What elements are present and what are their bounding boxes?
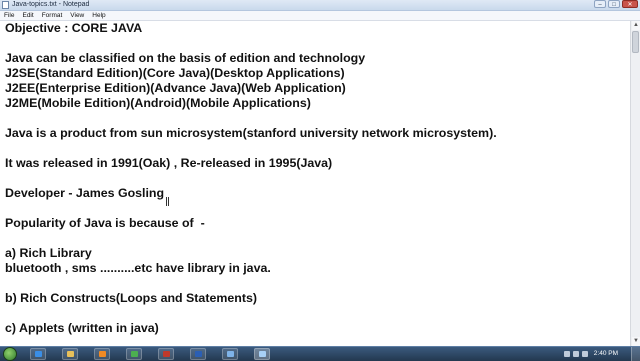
close-button[interactable]: ✕ — [622, 0, 638, 8]
text-line: It was released in 1991(Oak) , Re-releas… — [5, 156, 333, 170]
system-tray: 2:40 PM — [562, 347, 640, 361]
text-editor[interactable]: Objective : CORE JAVA Java can be classi… — [0, 21, 630, 346]
clock[interactable]: 2:40 PM — [594, 349, 618, 358]
internet-explorer-glyph-icon — [35, 351, 42, 357]
window-controls: – □ ✕ — [594, 0, 638, 10]
text-cursor — [166, 197, 169, 206]
text-line: Objective : CORE JAVA — [5, 21, 143, 35]
text-line: Developer - James Gosling — [5, 186, 165, 200]
word-icon[interactable] — [190, 348, 206, 360]
text-line: Java can be classified on the basis of e… — [5, 51, 366, 65]
action-center-icon[interactable] — [564, 351, 570, 357]
text-line: a) Rich Library — [5, 246, 92, 260]
media-player-glyph-icon — [99, 351, 106, 357]
maximize-button[interactable]: □ — [608, 0, 620, 8]
window-title: Java-topics.txt - Notepad — [12, 1, 90, 8]
scroll-up-arrow-icon[interactable]: ▲ — [632, 21, 640, 30]
menu-edit[interactable]: Edit — [18, 11, 37, 20]
vertical-scrollbar[interactable]: ▲ ▼ — [630, 21, 640, 346]
word-glyph-icon — [195, 351, 202, 357]
notepad-glyph-icon — [259, 351, 266, 357]
menu-file[interactable]: File — [0, 11, 18, 20]
menu-bar: File Edit Format View Help — [0, 11, 640, 21]
minimize-button[interactable]: – — [594, 0, 606, 8]
start-button[interactable] — [3, 347, 17, 361]
internet-explorer-icon[interactable] — [30, 348, 46, 360]
camera-glyph-icon — [163, 351, 170, 357]
text-line: J2SE(Standard Edition)(Core Java)(Deskto… — [5, 66, 345, 80]
scrollbar-thumb[interactable] — [632, 31, 639, 53]
notepad-icon[interactable] — [254, 348, 270, 360]
text-line: Popularity of Java is because of - — [5, 216, 205, 230]
text-line: bluetooth , sms ..........etc have libra… — [5, 261, 271, 275]
paint-glyph-icon — [227, 351, 234, 357]
camera-icon[interactable] — [158, 348, 174, 360]
network-icon[interactable] — [573, 351, 579, 357]
title-bar: Java-topics.txt - Notepad – □ ✕ — [0, 0, 640, 11]
paint-icon[interactable] — [222, 348, 238, 360]
text-line: J2EE(Enterprise Edition)(Advance Java)(W… — [5, 81, 346, 95]
taskbar: 2:40 PM — [0, 346, 640, 361]
notepad-app-icon — [2, 1, 9, 9]
text-line: J2ME(Mobile Edition)(Android)(Mobile App… — [5, 96, 311, 110]
folder-icon[interactable] — [62, 348, 78, 360]
menu-view[interactable]: View — [66, 11, 88, 20]
menu-help[interactable]: Help — [88, 11, 109, 20]
scroll-down-arrow-icon[interactable]: ▼ — [632, 337, 640, 346]
chrome-glyph-icon — [131, 351, 138, 357]
text-line: b) Rich Constructs(Loops and Statements) — [5, 291, 257, 305]
text-line: Java is a product from sun microsystem(s… — [5, 126, 497, 140]
chrome-icon[interactable] — [126, 348, 142, 360]
media-player-icon[interactable] — [94, 348, 110, 360]
volume-icon[interactable] — [582, 351, 588, 357]
text-line: c) Applets (written in java) — [5, 321, 159, 335]
show-desktop-button[interactable] — [631, 347, 640, 361]
menu-format[interactable]: Format — [38, 11, 67, 20]
folder-glyph-icon — [67, 351, 74, 357]
